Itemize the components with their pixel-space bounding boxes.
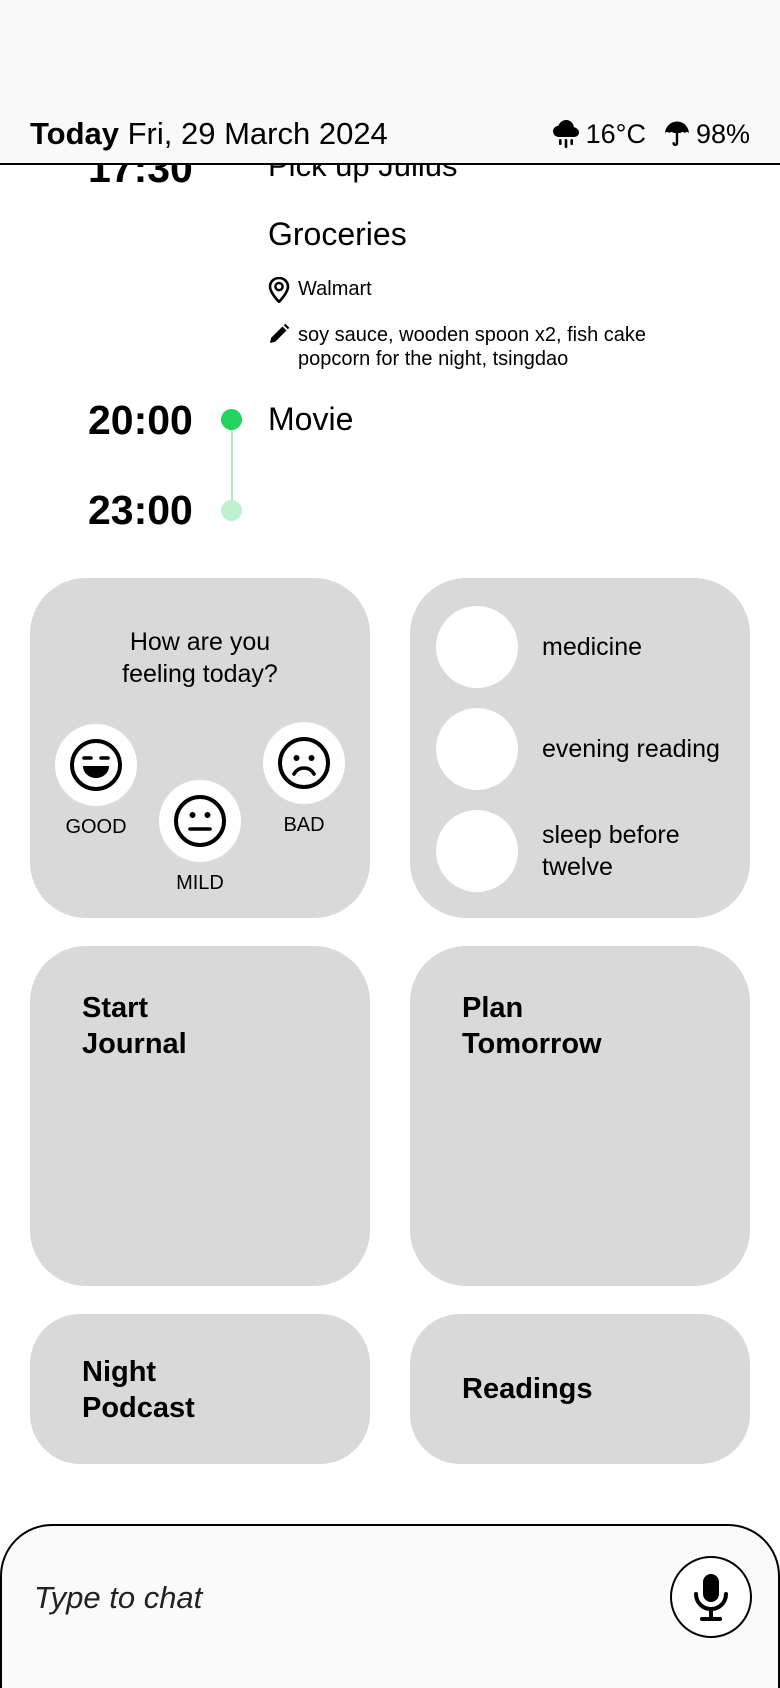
tile-title: Plan Tomorrow bbox=[462, 990, 602, 1062]
rain-chance: 98% bbox=[664, 116, 750, 152]
mood-label: BAD bbox=[283, 814, 325, 836]
sad-face-icon bbox=[278, 737, 330, 789]
microphone-icon bbox=[694, 1574, 728, 1621]
mood-label: GOOD bbox=[65, 816, 127, 838]
weather-info: 16°C 98% bbox=[534, 116, 750, 152]
readings-tile[interactable]: Readings bbox=[410, 1314, 750, 1464]
timeline-connector bbox=[231, 430, 233, 510]
location-pin-icon bbox=[268, 277, 290, 303]
event-note-text: soy sauce, wooden spoon x2, fish cake po… bbox=[298, 323, 646, 371]
note-line: soy sauce, wooden spoon x2, fish cake bbox=[298, 324, 646, 346]
mood-question-line: feeling today? bbox=[122, 660, 278, 688]
habits-card: medicine evening reading sleep before tw… bbox=[410, 578, 750, 918]
event-note: soy sauce, wooden spoon x2, fish cake po… bbox=[268, 323, 646, 371]
mood-face[interactable] bbox=[55, 724, 137, 806]
habit-item-medicine[interactable]: medicine bbox=[436, 606, 642, 688]
umbrella-icon bbox=[664, 121, 689, 147]
tile-title: Start Journal bbox=[82, 990, 187, 1062]
temperature-value: 16°C bbox=[585, 119, 646, 149]
mood-face[interactable] bbox=[159, 780, 241, 862]
plan-tomorrow-tile[interactable]: Plan Tomorrow bbox=[410, 946, 750, 1286]
habit-checkbox[interactable] bbox=[436, 708, 518, 790]
mood-option-good[interactable]: GOOD bbox=[54, 724, 138, 839]
neutral-face-icon bbox=[174, 795, 226, 847]
mood-face[interactable] bbox=[263, 722, 345, 804]
pencil-icon bbox=[270, 323, 290, 343]
mood-question: How are you feeling today? bbox=[30, 626, 370, 690]
event-time: 23:00 bbox=[88, 487, 193, 533]
timeline-active-dot bbox=[221, 409, 242, 430]
habit-label: evening reading bbox=[542, 735, 720, 763]
chat-bar bbox=[0, 1524, 780, 1688]
chat-input[interactable] bbox=[34, 1574, 594, 1622]
night-podcast-tile[interactable]: Night Podcast bbox=[30, 1314, 370, 1464]
habit-checkbox[interactable] bbox=[436, 606, 518, 688]
tile-title: Readings bbox=[462, 1373, 593, 1405]
timeline-end-dot bbox=[221, 500, 242, 521]
tile-title-line: Plan bbox=[462, 992, 524, 1024]
event-title-groceries[interactable]: Groceries bbox=[268, 214, 407, 254]
habit-label: sleep before twelve bbox=[542, 821, 680, 881]
habit-item-sleep-before-twelve[interactable]: sleep before twelve bbox=[436, 810, 712, 892]
event-title-movie[interactable]: Movie bbox=[268, 399, 353, 439]
mood-option-mild[interactable]: MILD bbox=[158, 780, 242, 895]
mood-option-bad[interactable]: BAD bbox=[262, 722, 346, 837]
microphone-button[interactable] bbox=[670, 1556, 752, 1638]
grinning-face-icon bbox=[70, 739, 122, 791]
note-line: popcorn for the night, tsingdao bbox=[298, 348, 569, 370]
tile-title-line: Podcast bbox=[82, 1392, 195, 1424]
event-location: Walmart bbox=[268, 277, 372, 303]
start-journal-tile[interactable]: Start Journal bbox=[30, 946, 370, 1286]
event-location-label: Walmart bbox=[298, 278, 372, 300]
habit-item-evening-reading[interactable]: evening reading bbox=[436, 708, 720, 790]
today-label: Today bbox=[30, 116, 119, 151]
habit-checkbox[interactable] bbox=[436, 810, 518, 892]
mood-question-line: How are you bbox=[129, 628, 271, 656]
header-date: Today Fri, 29 March 2024 bbox=[30, 114, 388, 154]
rain-chance-value: 98% bbox=[695, 119, 750, 149]
tile-title-line: Start bbox=[82, 992, 149, 1024]
tile-title: Night Podcast bbox=[82, 1354, 195, 1426]
rain-cloud-icon bbox=[552, 120, 579, 148]
habit-label: medicine bbox=[542, 633, 643, 661]
date-label: Fri, 29 March 2024 bbox=[127, 116, 388, 151]
mood-card: How are you feeling today? GOOD MILD BAD bbox=[30, 578, 370, 918]
tile-title-line: Tomorrow bbox=[462, 1028, 602, 1060]
tile-title-line: Journal bbox=[82, 1028, 187, 1060]
top-header: Today Fri, 29 March 2024 16°C 98% bbox=[0, 0, 780, 165]
event-time: 20:00 bbox=[88, 397, 193, 443]
tile-title-line: Night bbox=[82, 1356, 157, 1388]
temperature: 16°C bbox=[552, 116, 646, 152]
mood-label: MILD bbox=[176, 872, 224, 894]
